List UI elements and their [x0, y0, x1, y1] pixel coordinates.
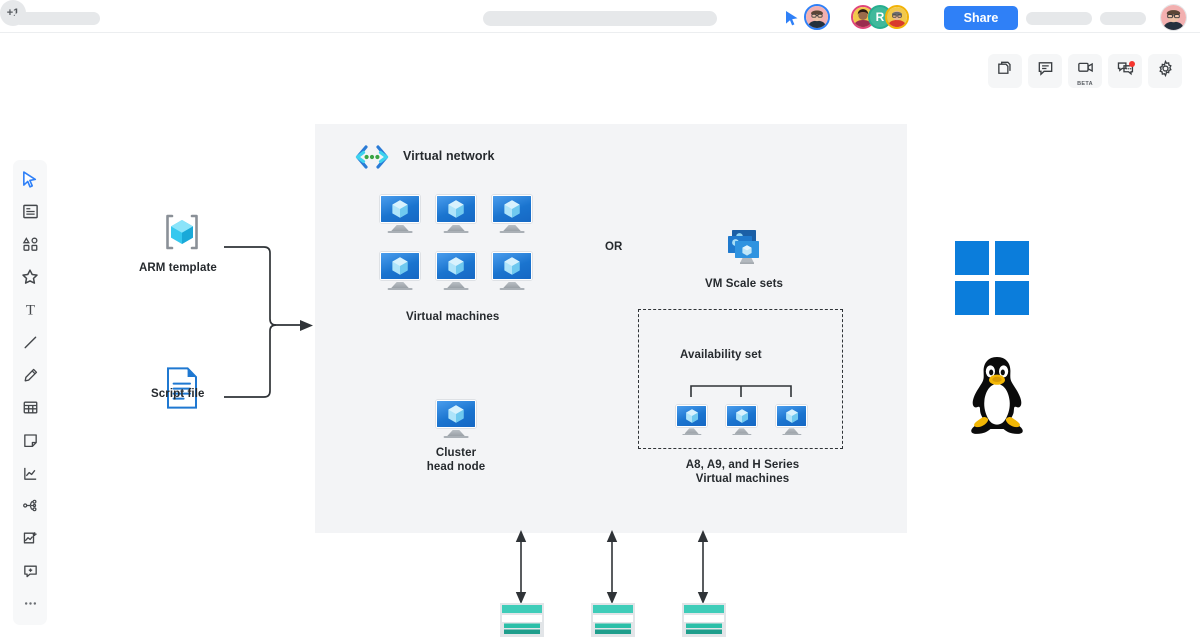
virtual-network-label: Virtual network [403, 149, 495, 163]
virtual-network-icon [353, 144, 389, 170]
virtual-machine-icon [436, 252, 476, 290]
share-button[interactable]: Share [944, 6, 1018, 30]
avatar-account[interactable] [1160, 4, 1187, 31]
vm-scale-sets-icon [723, 226, 767, 268]
virtual-machine-icon [492, 252, 532, 290]
cluster-head-node-label: Cluster head node [426, 447, 486, 473]
diagram-canvas[interactable]: Virtual network Virtual machines OR VM S… [0, 34, 1200, 637]
avatar-collaborator-3[interactable] [885, 5, 909, 29]
virtual-machines-label: Virtual machines [406, 311, 500, 323]
toolbar-placeholder-2 [1100, 12, 1146, 25]
title-placeholder [483, 11, 717, 26]
virtual-machine-icon [380, 252, 420, 290]
storage-node-icon [590, 602, 636, 638]
logo-placeholder [14, 12, 100, 25]
toolbar-placeholder-1 [1026, 12, 1092, 25]
presence-cursor-icon [785, 10, 799, 26]
availability-vm-icon [726, 405, 757, 435]
top-bar: R +1 Share [0, 0, 1200, 33]
vm-scale-sets-label: VM Scale sets [705, 278, 784, 290]
script-file-label: Script file [151, 388, 205, 400]
linux-penguin-logo-icon [963, 354, 1031, 438]
availability-vms-label: A8, A9, and H Series Virtual machines [685, 459, 800, 485]
storage-node-icon [499, 602, 545, 638]
cluster-head-node-icon [436, 400, 476, 438]
virtual-machine-icon [436, 195, 476, 233]
availability-vm-icon [776, 405, 807, 435]
availability-vm-icon [676, 405, 707, 435]
virtual-machine-icon [380, 195, 420, 233]
or-label: OR [605, 241, 623, 253]
arm-template-label: ARM template [139, 262, 217, 274]
virtual-machine-icon [492, 195, 532, 233]
avatar-self[interactable] [804, 4, 830, 30]
windows-logo-icon [955, 241, 1029, 315]
storage-node-icon [681, 602, 727, 638]
arm-template-icon [160, 212, 204, 252]
